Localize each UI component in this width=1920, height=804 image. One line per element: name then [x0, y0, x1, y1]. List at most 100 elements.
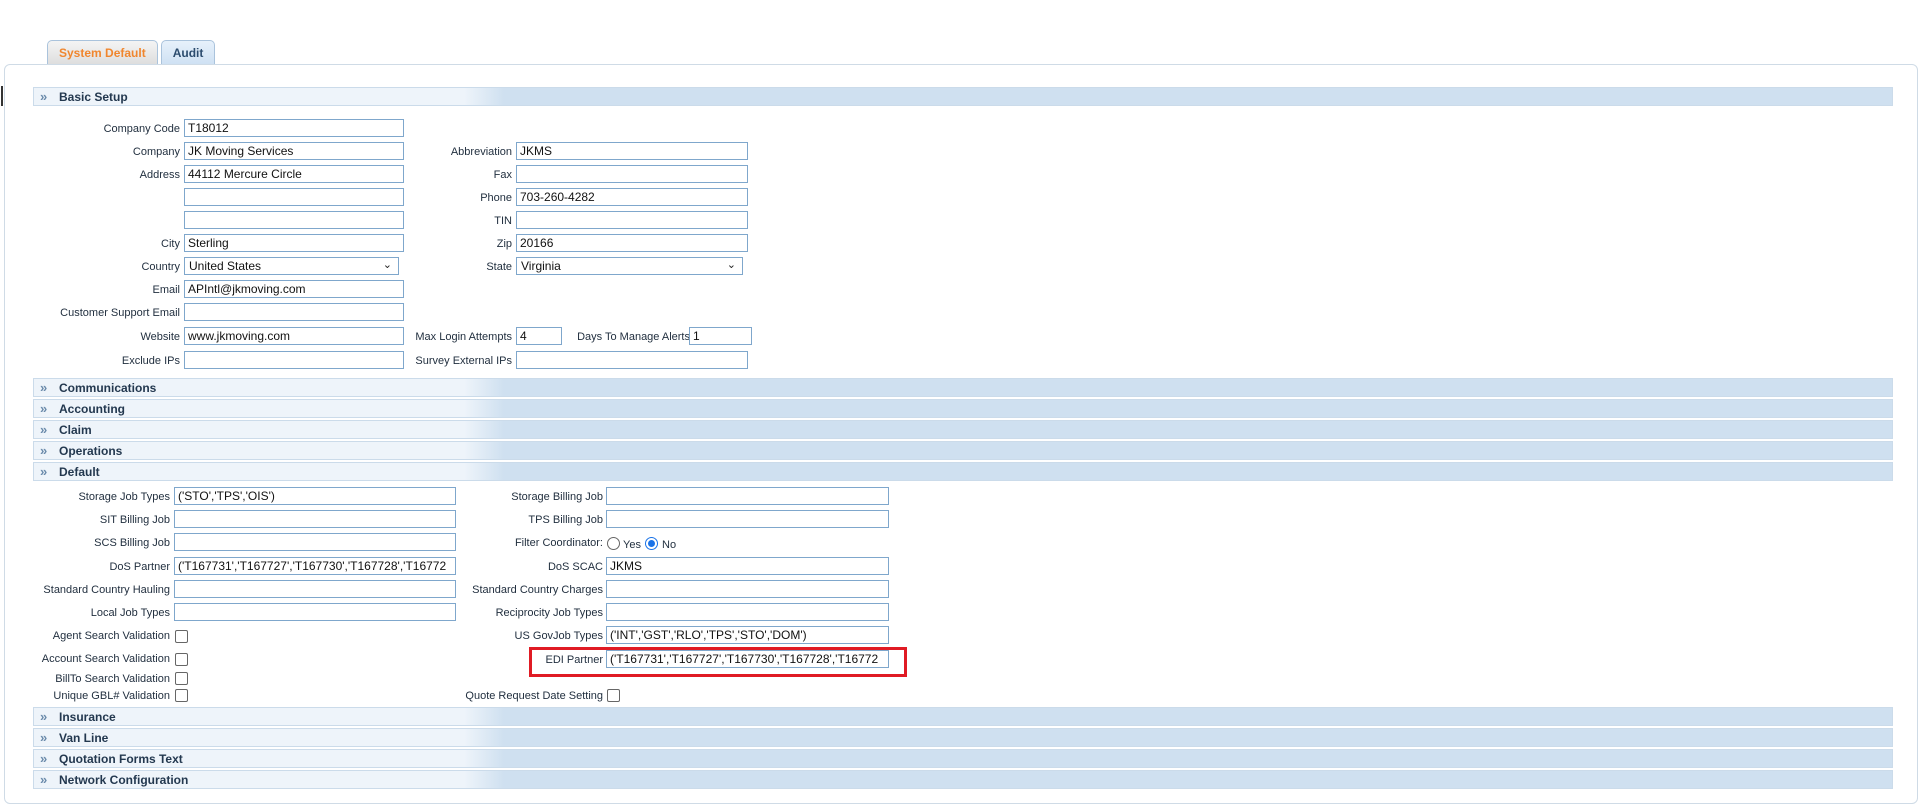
dos-partner-label: DoS Partner [109, 561, 170, 573]
double-chevron-icon: » [40, 89, 48, 104]
us-govjob-types-label: US GovJob Types [514, 630, 603, 642]
reciprocity-job-types-field[interactable] [606, 603, 889, 621]
state-value: Virginia [521, 259, 561, 273]
address-line1-field[interactable] [184, 165, 404, 183]
tab-audit[interactable]: Audit [160, 40, 216, 64]
filter-coordinator-no-label: No [662, 539, 677, 551]
account-search-validation-checkbox[interactable] [175, 653, 188, 666]
section-quotation-forms-text[interactable]: » Quotation Forms Text [33, 749, 1893, 768]
tin-field[interactable] [516, 211, 748, 229]
max-login-attempts-label: Max Login Attempts [415, 331, 512, 343]
customer-support-email-field[interactable] [184, 303, 404, 321]
standard-country-charges-field[interactable] [606, 580, 889, 598]
phone-field[interactable] [516, 188, 748, 206]
address-line2-field[interactable] [184, 188, 404, 206]
section-basic-setup[interactable]: » Basic Setup [33, 87, 1893, 106]
standard-country-charges-label: Standard Country Charges [472, 584, 603, 596]
company-label: Company [132, 146, 180, 158]
fax-label: Fax [493, 169, 512, 181]
phone-label: Phone [480, 192, 512, 204]
tab-system-default[interactable]: System Default [47, 40, 158, 64]
dos-scac-label: DoS SCAC [547, 561, 603, 573]
panel-edge-mark [1, 86, 3, 106]
address-line3-field[interactable] [184, 211, 404, 229]
sit-billing-job-field[interactable] [174, 510, 456, 528]
standard-country-hauling-field[interactable] [174, 580, 456, 598]
tps-billing-job-label: TPS Billing Job [528, 514, 603, 526]
country-value: United States [189, 259, 262, 273]
zip-label: Zip [496, 238, 512, 250]
storage-billing-job-label: Storage Billing Job [511, 491, 603, 503]
standard-country-hauling-label: Standard Country Hauling [43, 584, 170, 596]
exclude-ips-label: Exclude IPs [121, 355, 180, 367]
local-job-types-field[interactable] [174, 603, 456, 621]
section-claim[interactable]: » Claim [33, 420, 1893, 439]
company-code-field[interactable] [184, 119, 404, 137]
storage-job-types-field[interactable] [174, 487, 456, 505]
unique-gbl-validation-checkbox[interactable] [175, 689, 188, 702]
section-title: Claim [59, 423, 92, 437]
dos-scac-field[interactable] [606, 557, 889, 575]
section-title: Quotation Forms Text [59, 752, 183, 766]
billto-search-validation-label: BillTo Search Validation [55, 673, 170, 685]
storage-billing-job-field[interactable] [606, 487, 889, 505]
billto-search-validation-checkbox[interactable] [175, 672, 188, 685]
double-chevron-icon: » [40, 751, 48, 766]
abbreviation-label: Abbreviation [450, 146, 512, 158]
days-to-manage-alerts-field[interactable] [689, 327, 752, 345]
country-select[interactable]: United States ⌄ [184, 257, 399, 275]
tps-billing-job-field[interactable] [606, 510, 889, 528]
quote-request-date-setting-checkbox[interactable] [607, 689, 620, 702]
agent-search-validation-checkbox[interactable] [175, 630, 188, 643]
tab-bar: System Default Audit [47, 40, 216, 64]
filter-coordinator-yes-radio[interactable] [607, 537, 620, 550]
section-accounting[interactable]: » Accounting [33, 399, 1893, 418]
double-chevron-icon: » [40, 464, 48, 479]
double-chevron-icon: » [40, 422, 48, 437]
double-chevron-icon: » [40, 772, 48, 787]
us-govjob-types-field[interactable] [606, 626, 889, 644]
tin-label: TIN [494, 215, 512, 227]
email-label: Email [152, 284, 180, 296]
filter-coordinator-yes-label: Yes [623, 539, 641, 551]
double-chevron-icon: » [40, 443, 48, 458]
email-field[interactable] [184, 280, 404, 298]
section-van-line[interactable]: » Van Line [33, 728, 1893, 747]
address-label: Address [139, 169, 180, 181]
storage-job-types-label: Storage Job Types [78, 491, 170, 503]
quote-request-date-setting-label: Quote Request Date Setting [465, 690, 603, 702]
section-insurance[interactable]: » Insurance [33, 707, 1893, 726]
country-label: Country [141, 261, 180, 273]
company-field[interactable] [184, 142, 404, 160]
fax-field[interactable] [516, 165, 748, 183]
agent-search-validation-label: Agent Search Validation [52, 630, 170, 642]
dos-partner-field[interactable] [174, 557, 456, 575]
abbreviation-field[interactable] [516, 142, 748, 160]
account-search-validation-label: Account Search Validation [41, 653, 170, 665]
filter-coordinator-label: Filter Coordinator: [514, 537, 603, 549]
section-title: Van Line [59, 731, 109, 745]
customer-support-email-label: Customer Support Email [60, 307, 180, 319]
sit-billing-job-label: SIT Billing Job [99, 514, 170, 526]
section-title: Operations [59, 444, 123, 458]
zip-field[interactable] [516, 234, 748, 252]
exclude-ips-field[interactable] [184, 351, 404, 369]
scs-billing-job-field[interactable] [174, 533, 456, 551]
section-network-configuration[interactable]: » Network Configuration [33, 770, 1893, 789]
scs-billing-job-label: SCS Billing Job [94, 537, 170, 549]
section-communications[interactable]: » Communications [33, 378, 1893, 397]
section-title: Basic Setup [59, 90, 128, 104]
local-job-types-label: Local Job Types [90, 607, 170, 619]
city-label: City [161, 238, 180, 250]
survey-external-ips-field[interactable] [516, 351, 748, 369]
filter-coordinator-no-radio[interactable] [645, 537, 658, 550]
website-field[interactable] [184, 327, 404, 345]
section-operations[interactable]: » Operations [33, 441, 1893, 460]
state-select[interactable]: Virginia ⌄ [516, 257, 743, 275]
city-field[interactable] [184, 234, 404, 252]
reciprocity-job-types-label: Reciprocity Job Types [495, 607, 603, 619]
max-login-attempts-field[interactable] [516, 327, 562, 345]
double-chevron-icon: » [40, 401, 48, 416]
section-default[interactable]: » Default [33, 462, 1893, 481]
company-code-label: Company Code [103, 123, 180, 135]
